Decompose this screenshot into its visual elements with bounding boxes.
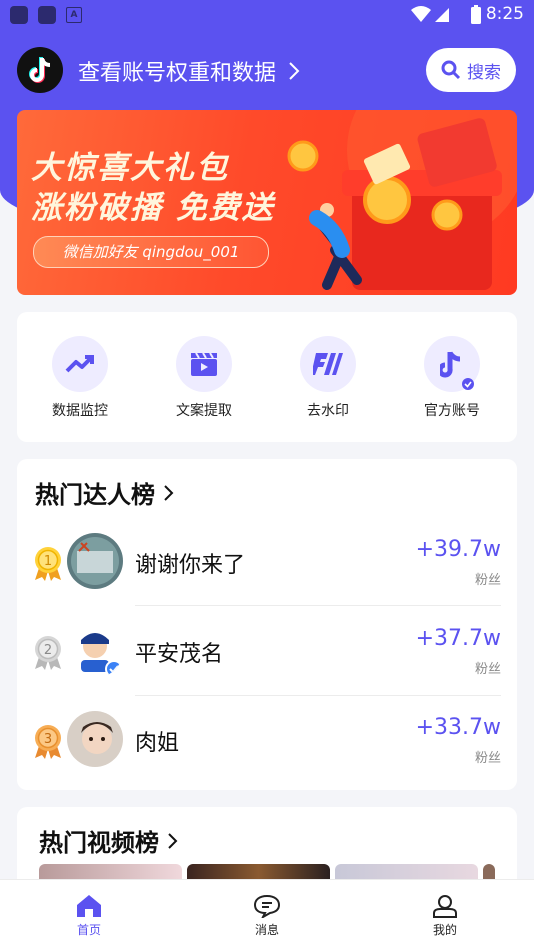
account-link-label: 查看账号权重和数据 [78, 61, 277, 86]
fan-unit: 粉丝 [474, 573, 501, 588]
creator-name: 平安茂名 [135, 642, 224, 667]
avatar [67, 533, 123, 589]
fan-gain: +33.7w [415, 715, 501, 740]
tab-messages-label: 消息 [254, 923, 279, 937]
tab-mine-label: 我的 [432, 923, 457, 937]
tool-label: 数据监控 [52, 403, 108, 419]
bronze-medal-icon: 3 [35, 725, 61, 759]
banner-title-line2: 涨粉破播 免费送 [31, 190, 275, 226]
hot-videos-title: 热门视频榜 [39, 829, 159, 857]
fan-gain: +37.7w [415, 626, 501, 651]
silver-medal-icon: 2 [35, 636, 61, 670]
fan-unit: 粉丝 [474, 751, 501, 766]
avatar [67, 711, 123, 767]
tab-home-label: 首页 [76, 923, 101, 937]
tab-messages[interactable]: 消息 [227, 894, 307, 938]
app-logo[interactable] [17, 47, 63, 93]
tool-label: 官方账号 [424, 403, 480, 419]
tool-label: 文案提取 [176, 403, 232, 419]
signal-icon [411, 6, 449, 22]
account-weight-link[interactable]: 查看账号权重和数据 [78, 55, 300, 87]
fan-unit: 粉丝 [474, 662, 501, 677]
chevron-right-icon [289, 62, 300, 80]
avatar [67, 622, 123, 678]
rank-number: 2 [44, 643, 52, 658]
clapperboard-icon [176, 336, 232, 392]
rank-number: 1 [44, 554, 52, 569]
notification-a-icon: A [66, 7, 82, 23]
tool-copy-extract[interactable]: 文案提取 [149, 336, 259, 420]
search-icon [441, 60, 461, 80]
hot-creators-card: 热门达人榜 1 谢谢你来了 +39.7w 粉丝 2 平安茂名 +37.7w 粉丝 [17, 459, 517, 790]
music-note-verified-icon [424, 336, 480, 392]
tab-mine[interactable]: 我的 [405, 894, 485, 938]
rank-number: 3 [44, 732, 52, 747]
status-bar: A 8:25 [0, 0, 534, 30]
tool-data-monitor[interactable]: 数据监控 [25, 336, 135, 420]
home-icon [77, 895, 101, 917]
chevron-right-icon [164, 484, 174, 501]
verified-badge-icon [462, 378, 474, 390]
battery-icon [471, 5, 481, 24]
user-icon [433, 895, 457, 918]
creator-name: 谢谢你来了 [135, 553, 246, 578]
tool-official-account[interactable]: 官方账号 [397, 336, 507, 420]
banner-title-line1: 大惊喜大礼包 [31, 150, 229, 186]
gold-medal-icon: 1 [35, 547, 61, 581]
notification-icon [38, 6, 56, 24]
tiktok-note-icon [29, 57, 51, 83]
tools-card: 数据监控 文案提取 去水印 官方账号 [17, 312, 517, 442]
promo-banner[interactable]: 大惊喜大礼包 涨粉破播 免费送 微信加好友 qingdou_001 [17, 110, 517, 295]
banner-wechat-pill: 微信加好友 qingdou_001 [33, 236, 269, 268]
hot-creators-title: 热门达人榜 [35, 481, 155, 509]
creator-row[interactable]: 2 平安茂名 +37.7w 粉丝 [17, 606, 517, 696]
creator-name: 肉姐 [135, 731, 180, 756]
watermark-remove-icon [300, 336, 356, 392]
bottom-tab-bar: 首页 消息 我的 [0, 879, 534, 951]
fan-gain: +39.7w [415, 537, 501, 562]
creator-row[interactable]: 3 肉姐 +33.7w 粉丝 [17, 695, 517, 785]
hot-creators-header[interactable]: 热门达人榜 [35, 475, 175, 510]
tab-home[interactable]: 首页 [49, 894, 129, 938]
tool-remove-watermark[interactable]: 去水印 [273, 336, 383, 420]
hot-videos-header[interactable]: 热门视频榜 [39, 823, 179, 858]
status-time: 8:25 [485, 4, 524, 24]
trend-up-icon [52, 336, 108, 392]
notification-icon [10, 6, 28, 24]
search-button[interactable]: 搜索 [426, 48, 516, 92]
chevron-right-icon [168, 832, 178, 849]
chat-bubble-icon [253, 894, 281, 918]
search-label: 搜索 [467, 62, 501, 83]
creator-row[interactable]: 1 谢谢你来了 +39.7w 粉丝 [17, 517, 517, 607]
tool-label: 去水印 [307, 403, 349, 419]
